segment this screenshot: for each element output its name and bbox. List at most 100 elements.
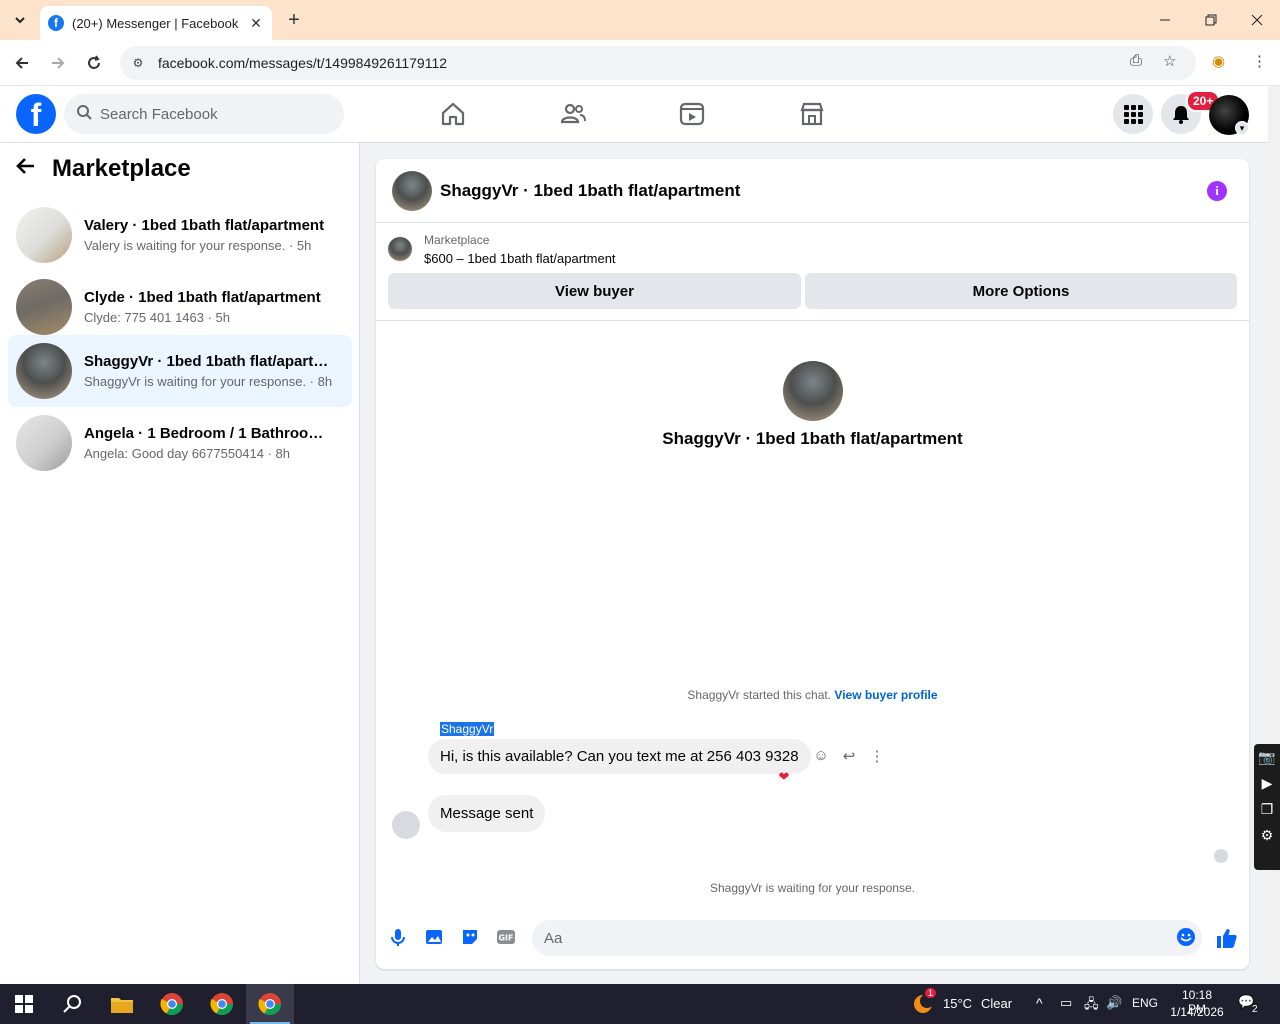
listing-summary: Marketplace $600 – 1bed 1bath flat/apart…	[388, 233, 616, 266]
chrome-profile-2-button[interactable]	[198, 984, 246, 1024]
auto-reply-message[interactable]: Message sent	[428, 795, 546, 832]
weather-condition[interactable]: Clear	[981, 996, 1012, 1011]
close-window-button[interactable]	[1234, 0, 1280, 40]
weather-alert-badge: 1	[925, 988, 937, 998]
marketplace-icon[interactable]	[798, 100, 826, 128]
notification-count: 2	[1252, 1004, 1258, 1015]
reload-button[interactable]	[82, 51, 106, 75]
message-input-wrapper[interactable]	[532, 920, 1202, 956]
chrome-icon	[210, 993, 233, 1015]
windows-taskbar: 1 15°C Clear ^ ▭ 🖧 🔊 ENG 10:18 PM 1/14/2…	[0, 984, 1280, 1024]
tab-search-button[interactable]	[8, 8, 32, 32]
more-options-button[interactable]: More Options	[805, 273, 1237, 309]
chat-panel: ShaggyVr · 1bed 1bath flat/apartment i M…	[376, 159, 1249, 969]
started-text: ShaggyVr started this chat.	[687, 688, 832, 702]
tray-device-icon[interactable]: ▭	[1060, 995, 1072, 1011]
react-emoji-icon[interactable]: ☺	[811, 747, 831, 767]
emoji-icon[interactable]	[1176, 927, 1196, 947]
file-explorer-button[interactable]	[98, 984, 146, 1024]
conversation-preview: ShaggyVr is waiting for your response. ·…	[84, 374, 333, 389]
back-button[interactable]	[10, 51, 34, 75]
listing-thumbnail	[16, 279, 72, 335]
conversation-name: ShaggyVr · 1bed 1bath flat/apartm...	[84, 353, 334, 370]
conversation-item-shaggyvr[interactable]: ShaggyVr · 1bed 1bath flat/apartm... Sha…	[8, 335, 352, 407]
clock-date[interactable]: 1/14/2026	[1168, 1005, 1226, 1019]
camera-icon[interactable]: 📷	[1254, 744, 1280, 770]
profile-avatar[interactable]	[783, 361, 843, 421]
url-text[interactable]: facebook.com/messages/t/1499849261179112	[158, 55, 447, 71]
minimize-icon	[1160, 19, 1170, 21]
install-app-icon[interactable]: ⎙	[1130, 52, 1142, 69]
heart-reaction-icon[interactable]: ❤	[776, 769, 792, 785]
grid-menu-icon	[1124, 105, 1143, 124]
message-composer: GIF	[376, 915, 1249, 959]
thumbs-up-icon[interactable]	[1216, 927, 1238, 949]
incoming-message[interactable]: Hi, is this available? Can you text me a…	[428, 739, 811, 774]
conversation-name: Valery · 1bed 1bath flat/apartment	[84, 217, 325, 234]
gif-icon[interactable]: GIF	[496, 927, 516, 947]
new-tab-button[interactable]: +	[282, 8, 306, 32]
facebook-top-nav: f 20+ ▾	[0, 86, 1268, 143]
svg-text:GIF: GIF	[498, 934, 513, 943]
facebook-search[interactable]	[64, 94, 344, 134]
forward-button[interactable]	[46, 51, 70, 75]
account-chevron-icon[interactable]: ▾	[1235, 121, 1249, 135]
view-buyer-button[interactable]: View buyer	[388, 273, 801, 309]
conversation-preview: Valery is waiting for your response. · 5…	[84, 238, 312, 253]
friends-icon[interactable]	[559, 100, 587, 128]
site-info-icon[interactable]: ⚙	[128, 56, 148, 70]
conversation-item-valery[interactable]: Valery · 1bed 1bath flat/apartment Valer…	[8, 199, 352, 271]
kebab-menu-icon[interactable]: ⋮	[1252, 52, 1267, 70]
home-icon[interactable]	[439, 100, 467, 128]
sender-avatar	[392, 811, 420, 839]
conversation-item-clyde[interactable]: Clyde · 1bed 1bath flat/apartment Clyde:…	[8, 271, 352, 343]
minimize-button[interactable]	[1142, 0, 1188, 40]
search-icon	[63, 995, 81, 1013]
photo-icon[interactable]	[424, 927, 444, 947]
restore-button[interactable]	[1188, 0, 1234, 40]
profile-icon[interactable]: ◉	[1212, 52, 1225, 70]
back-arrow-icon[interactable]	[16, 156, 36, 182]
volume-icon[interactable]: 🔊	[1106, 995, 1122, 1011]
reply-icon[interactable]: ↩	[839, 747, 859, 767]
video-camera-icon[interactable]: ▶	[1254, 770, 1280, 796]
facebook-logo[interactable]: f	[16, 94, 56, 134]
chevron-up-icon[interactable]: ^	[1036, 995, 1043, 1011]
conversation-sidebar: Marketplace Valery · 1bed 1bath flat/apa…	[0, 143, 360, 984]
settings-gear-icon[interactable]: ⚙	[1254, 822, 1280, 848]
browser-tab[interactable]: f (20+) Messenger | Facebook ✕	[40, 6, 272, 40]
menu-button[interactable]	[1113, 94, 1153, 134]
chat-started-notice: ShaggyVr started this chat. View buyer p…	[376, 688, 1249, 702]
address-bar[interactable]: ⚙ facebook.com/messages/t/14998492611791…	[120, 46, 1196, 80]
chat-title[interactable]: ShaggyVr · 1bed 1bath flat/apartment	[440, 181, 740, 201]
network-icon[interactable]: 🖧	[1084, 995, 1099, 1017]
chat-avatar[interactable]	[392, 170, 432, 211]
search-input[interactable]	[100, 105, 320, 123]
view-buyer-profile-link[interactable]: View buyer profile	[834, 688, 937, 702]
listing-label: Marketplace	[424, 233, 490, 247]
window-icon[interactable]: ❐	[1254, 796, 1280, 822]
listing-price-title: $600 – 1bed 1bath flat/apartment	[424, 251, 616, 266]
tab-close-icon[interactable]: ✕	[248, 15, 264, 32]
chrome-profile-1-button[interactable]	[148, 984, 196, 1024]
conversation-item-angela[interactable]: Angela · 1 Bedroom / 1 Bathroom ... Ange…	[8, 407, 352, 479]
message-input[interactable]	[544, 929, 1144, 947]
language-indicator[interactable]: ENG	[1132, 996, 1158, 1010]
sticker-icon[interactable]	[460, 927, 480, 947]
taskbar-search-button[interactable]	[48, 984, 96, 1024]
chrome-icon	[258, 993, 281, 1015]
bookmark-star-icon[interactable]: ☆	[1163, 52, 1176, 70]
microphone-icon[interactable]	[388, 927, 408, 947]
more-actions-icon[interactable]: ⋮	[867, 747, 887, 767]
start-button[interactable]	[0, 984, 48, 1024]
sender-name: ShaggyVr	[440, 722, 495, 736]
facebook-favicon-icon: f	[48, 15, 64, 31]
arrow-right-icon	[52, 57, 65, 69]
info-icon[interactable]: i	[1207, 181, 1227, 201]
weather-temp[interactable]: 15°C	[943, 996, 972, 1011]
restore-icon	[1205, 14, 1217, 26]
chrome-profile-3-button[interactable]	[246, 984, 294, 1024]
video-icon[interactable]	[678, 100, 706, 128]
divider	[376, 320, 1249, 321]
waiting-notice: ShaggyVr is waiting for your response.	[710, 881, 915, 895]
